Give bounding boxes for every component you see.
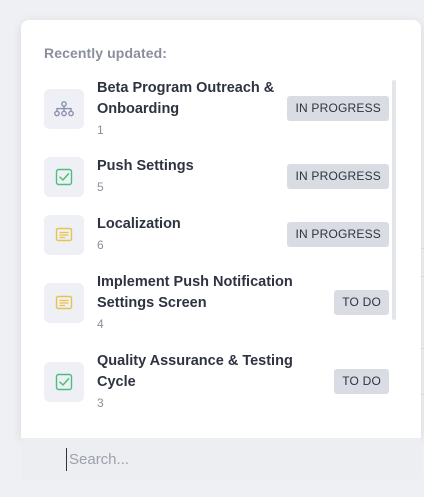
- item-count: 3: [97, 396, 104, 410]
- hierarchy-icon: [44, 89, 84, 129]
- section-title: Recently updated:: [44, 45, 168, 61]
- list-scrollbar[interactable]: [392, 80, 396, 320]
- item-title-line: Cycle: [97, 374, 136, 390]
- list-item[interactable]: Push Settings 5 IN PROGRESS: [44, 156, 389, 198]
- item-count: 6: [97, 238, 104, 252]
- list-item[interactable]: Implement Push Notification Settings Scr…: [44, 272, 389, 334]
- list-item[interactable]: Localization 6 IN PROGRESS: [44, 214, 389, 256]
- item-title-line: Beta Program Outreach &: [97, 80, 275, 96]
- status-badge: TO DO: [334, 369, 389, 394]
- status-badge: IN PROGRESS: [287, 164, 389, 189]
- item-title: Beta Program Outreach & Onboarding: [97, 78, 274, 120]
- search-input[interactable]: [66, 448, 409, 471]
- status-badge: IN PROGRESS: [287, 222, 389, 247]
- item-title: Localization: [97, 214, 181, 235]
- list-item[interactable]: Beta Program Outreach & Onboarding 1 IN …: [44, 78, 389, 140]
- status-badge: TO DO: [334, 290, 389, 315]
- item-title: Push Settings: [97, 156, 194, 177]
- item-count: 5: [97, 180, 104, 194]
- list-item[interactable]: Quality Assurance & Testing Cycle 3 TO D…: [44, 351, 389, 413]
- recent-items-list: Beta Program Outreach & Onboarding 1 IN …: [21, 78, 421, 438]
- item-count: 4: [97, 317, 104, 331]
- search-bar: [21, 438, 421, 481]
- item-title-line: Push Settings: [97, 158, 194, 174]
- message-icon: [44, 283, 84, 323]
- item-title-line: Quality Assurance & Testing: [97, 353, 293, 369]
- item-title-line: Onboarding: [97, 101, 180, 117]
- item-title-line: Settings Screen: [97, 295, 207, 311]
- checkbox-icon: [44, 157, 84, 197]
- status-badge: IN PROGRESS: [287, 96, 389, 121]
- checkbox-icon: [44, 362, 84, 402]
- recently-updated-popup: Recently updated: Beta Program Outreach …: [21, 20, 421, 438]
- message-icon: [44, 215, 84, 255]
- item-count: 1: [97, 123, 104, 137]
- item-title-line: Implement Push Notification: [97, 274, 293, 290]
- item-title: Quality Assurance & Testing Cycle: [97, 351, 293, 393]
- item-title: Implement Push Notification Settings Scr…: [97, 272, 293, 314]
- item-title-line: Localization: [97, 216, 181, 232]
